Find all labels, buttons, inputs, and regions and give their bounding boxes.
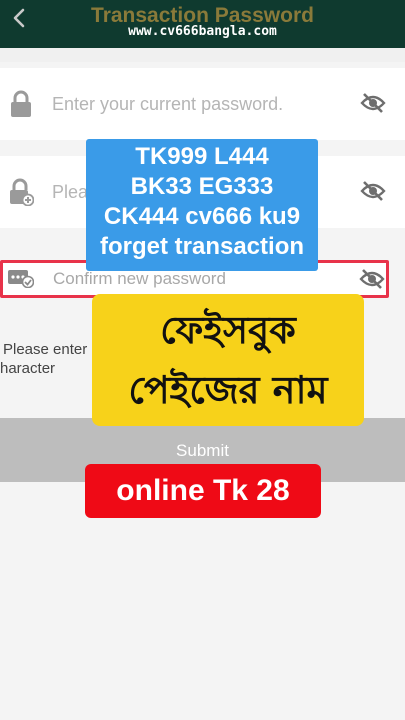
header-gap <box>0 48 405 62</box>
blue-line: CK444 cv666 ku9 <box>103 203 301 230</box>
yellow-line: পেইজের নাম <box>128 368 328 412</box>
watermark-text: www.cv666bangla.com <box>128 24 277 39</box>
hint-line2: haracter <box>0 360 56 377</box>
yellow-overlay-label: ফেইসবুক পেইজের নাম <box>92 294 364 426</box>
eye-off-icon[interactable] <box>359 268 385 290</box>
blue-line: BK33 EG333 <box>130 173 274 200</box>
eye-off-icon[interactable] <box>360 180 386 202</box>
red-overlay-label: online Tk 28 <box>85 464 321 518</box>
password-check-icon <box>8 270 34 288</box>
blue-line: forget transaction <box>99 233 305 260</box>
lock-plus-icon <box>10 178 34 206</box>
hint-line1-start: Please enter 6 <box>3 341 100 358</box>
header-bar: Transaction Password www.cv666bangla.com <box>0 0 405 48</box>
lock-icon <box>11 90 31 117</box>
blue-overlay-label: TK999 L444 BK33 EG333 CK444 cv666 ku9 fo… <box>86 139 318 271</box>
current-password-placeholder: Enter your current password. <box>52 94 284 114</box>
current-password-field[interactable]: Enter your current password. <box>0 68 405 140</box>
blue-line: TK999 L444 <box>135 143 269 170</box>
eye-off-icon[interactable] <box>360 92 386 114</box>
yellow-line: ফেইসবুক <box>160 308 296 352</box>
